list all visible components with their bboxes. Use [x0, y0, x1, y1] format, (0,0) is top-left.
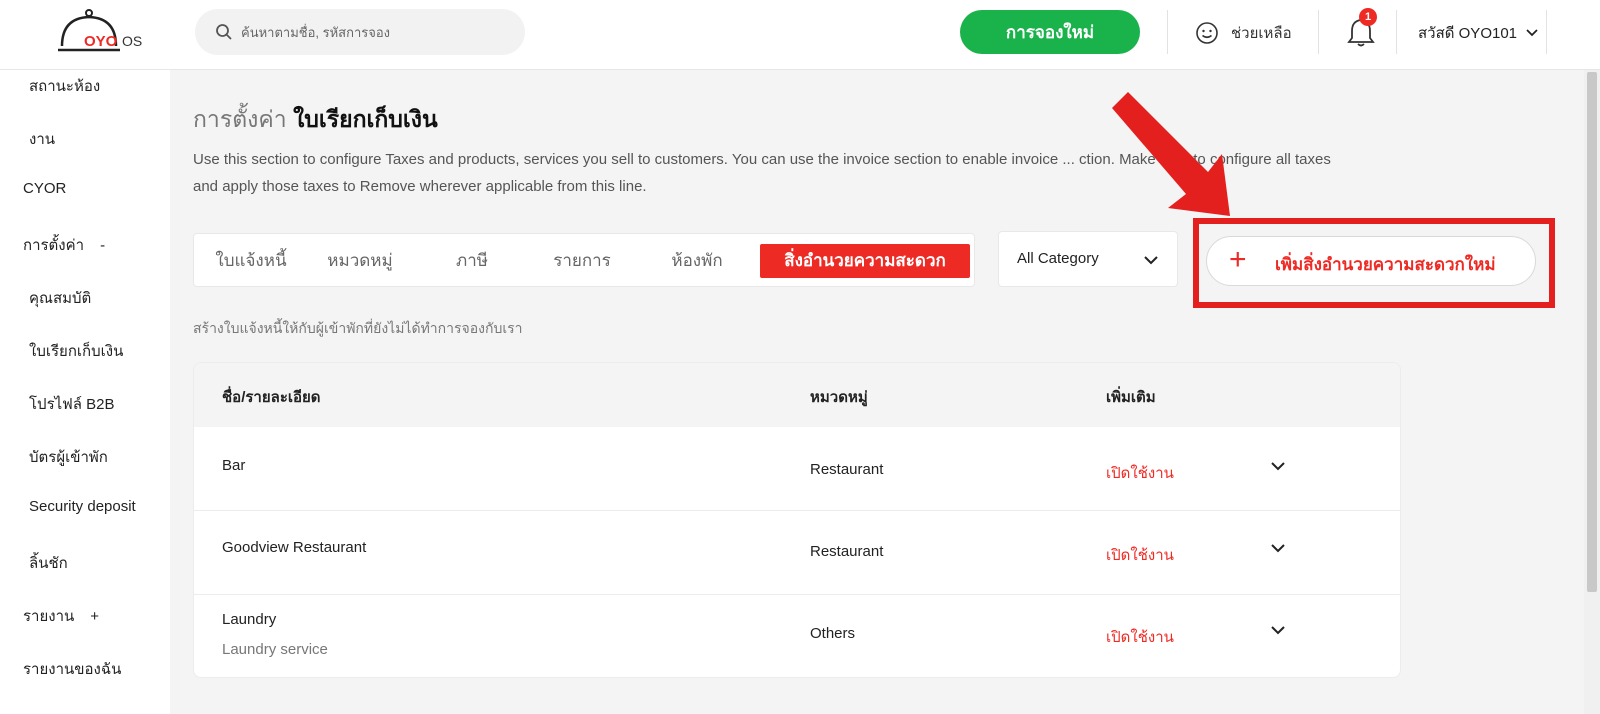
header-divider [1167, 10, 1168, 54]
sidebar-item-settings[interactable]: การตั้งค่า - [23, 233, 105, 257]
add-amenity-label: เพิ่มสิ่งอำนวยความสะดวกใหม่ [1275, 255, 1496, 274]
expand-indicator: + [90, 608, 100, 625]
sidebar-item-security-deposit[interactable]: Security deposit [29, 498, 136, 515]
collapse-indicator: - [100, 237, 106, 254]
table-header: ชื่อ/รายละเอียด หมวดหมู่ เพิ่มเติม [194, 363, 1400, 427]
logo-suffix-text: OS [122, 33, 143, 49]
sidebar-item-reports[interactable]: รายงาน + [23, 604, 99, 628]
row-category: Others [810, 625, 856, 642]
column-header-category: หมวดหมู่ [810, 389, 868, 406]
create-invoice-note: สร้างใบแจ้งหนี้ให้กับผู้เข้าพักที่ยังไม่… [193, 320, 523, 336]
new-booking-button[interactable]: การจองใหม่ [960, 10, 1140, 54]
arrow-annotation [1112, 92, 1230, 216]
plus-icon: + [1229, 243, 1247, 276]
help-face-icon [1196, 22, 1218, 44]
help-link[interactable]: ช่วยเหลือ [1195, 18, 1292, 48]
chevron-down-icon[interactable] [1269, 457, 1287, 475]
settings-tabs: ใบแจ้งหนี้ หมวดหมู่ ภาษี รายการ ห้องพัก … [193, 233, 975, 287]
sidebar-item-my-reports[interactable]: รายงานของฉัน [23, 657, 121, 681]
page-title: การตั้งค่า ใบเรียกเก็บเงิน [193, 102, 438, 138]
scrollbar-thumb[interactable] [1587, 72, 1597, 592]
sidebar-item-b2b-profile[interactable]: โปรไฟล์ B2B [29, 392, 115, 416]
row-category: Restaurant [810, 543, 884, 560]
page-title-prefix: การตั้งค่า [193, 106, 287, 132]
page-scrollbar[interactable] [1584, 70, 1600, 714]
sidebar-item-guest-card[interactable]: บัตรผู้เข้าพัก [29, 445, 108, 469]
tab-taxes[interactable]: ภาษี [444, 244, 500, 278]
table-row[interactable]: Bar Restaurant เปิดใช้งาน [194, 427, 1400, 511]
row-status-toggle[interactable]: เปิดใช้งาน [1106, 625, 1174, 649]
header-divider [1396, 10, 1397, 54]
search-bar[interactable] [195, 9, 525, 55]
search-icon [216, 24, 232, 40]
row-name: Bar [222, 457, 246, 474]
page-title-main: ใบเรียกเก็บเงิน [293, 106, 438, 132]
row-name: Laundry [222, 611, 277, 628]
sidebar: สถานะห้อง งาน CYOR การตั้งค่า - คุณสมบัติ… [0, 70, 170, 714]
column-header-name: ชื่อ/รายละเอียด [222, 389, 321, 406]
chevron-down-icon[interactable] [1269, 539, 1287, 557]
row-detail: Laundry service [222, 641, 328, 658]
logo-brand-text: OYO [84, 33, 118, 50]
column-header-more: เพิ่มเติม [1106, 389, 1156, 406]
header-divider [1318, 10, 1319, 54]
sidebar-item-properties[interactable]: คุณสมบัติ [29, 286, 91, 310]
sidebar-item-room-status[interactable]: สถานะห้อง [29, 74, 100, 98]
user-greeting: สวัสดี OYO101 [1418, 25, 1518, 42]
tab-invoices[interactable]: ใบแจ้งหนี้ [208, 244, 294, 278]
row-status-toggle[interactable]: เปิดใช้งาน [1106, 461, 1174, 485]
row-name: Goodview Restaurant [222, 539, 367, 556]
chevron-down-icon [1526, 29, 1538, 37]
sidebar-item-tasks[interactable]: งาน [29, 127, 55, 151]
tab-amenities[interactable]: สิ่งอำนวยความสะดวก [760, 244, 970, 278]
sidebar-item-drawer[interactable]: ลิ้นชัก [29, 551, 68, 575]
tab-items[interactable]: รายการ [542, 244, 622, 278]
tab-rooms[interactable]: ห้องพัก [660, 244, 734, 278]
category-select-value: All Category [1017, 250, 1099, 267]
amenities-table: ชื่อ/รายละเอียด หมวดหมู่ เพิ่มเติม Bar R… [193, 362, 1401, 678]
header-divider [1546, 10, 1547, 54]
add-amenity-button[interactable]: + เพิ่มสิ่งอำนวยความสะดวกใหม่ [1206, 236, 1536, 286]
notification-badge: 1 [1359, 8, 1377, 26]
chevron-down-icon [1144, 256, 1158, 265]
help-label: ช่วยเหลือ [1231, 25, 1292, 42]
category-select[interactable]: All Category [998, 231, 1178, 287]
user-menu[interactable]: สวัสดี OYO101 [1418, 20, 1539, 46]
table-row[interactable]: Goodview Restaurant Restaurant เปิดใช้งา… [194, 511, 1400, 595]
sidebar-item-billing[interactable]: ใบเรียกเก็บเงิน [29, 339, 123, 363]
tab-categories[interactable]: หมวดหมู่ [322, 244, 398, 278]
oyo-logo[interactable]: OYO OS [58, 8, 168, 60]
row-category: Restaurant [810, 461, 884, 478]
sidebar-item-cyor[interactable]: CYOR [23, 180, 66, 197]
search-input[interactable] [241, 21, 511, 43]
row-status-toggle[interactable]: เปิดใช้งาน [1106, 543, 1174, 567]
top-header: OYO OS การจองใหม่ ช่วยเหลือ 1 สวัสดี OYO… [0, 0, 1600, 70]
chevron-down-icon[interactable] [1269, 621, 1287, 639]
table-row[interactable]: Laundry Laundry service Others เปิดใช้งา… [194, 595, 1400, 677]
